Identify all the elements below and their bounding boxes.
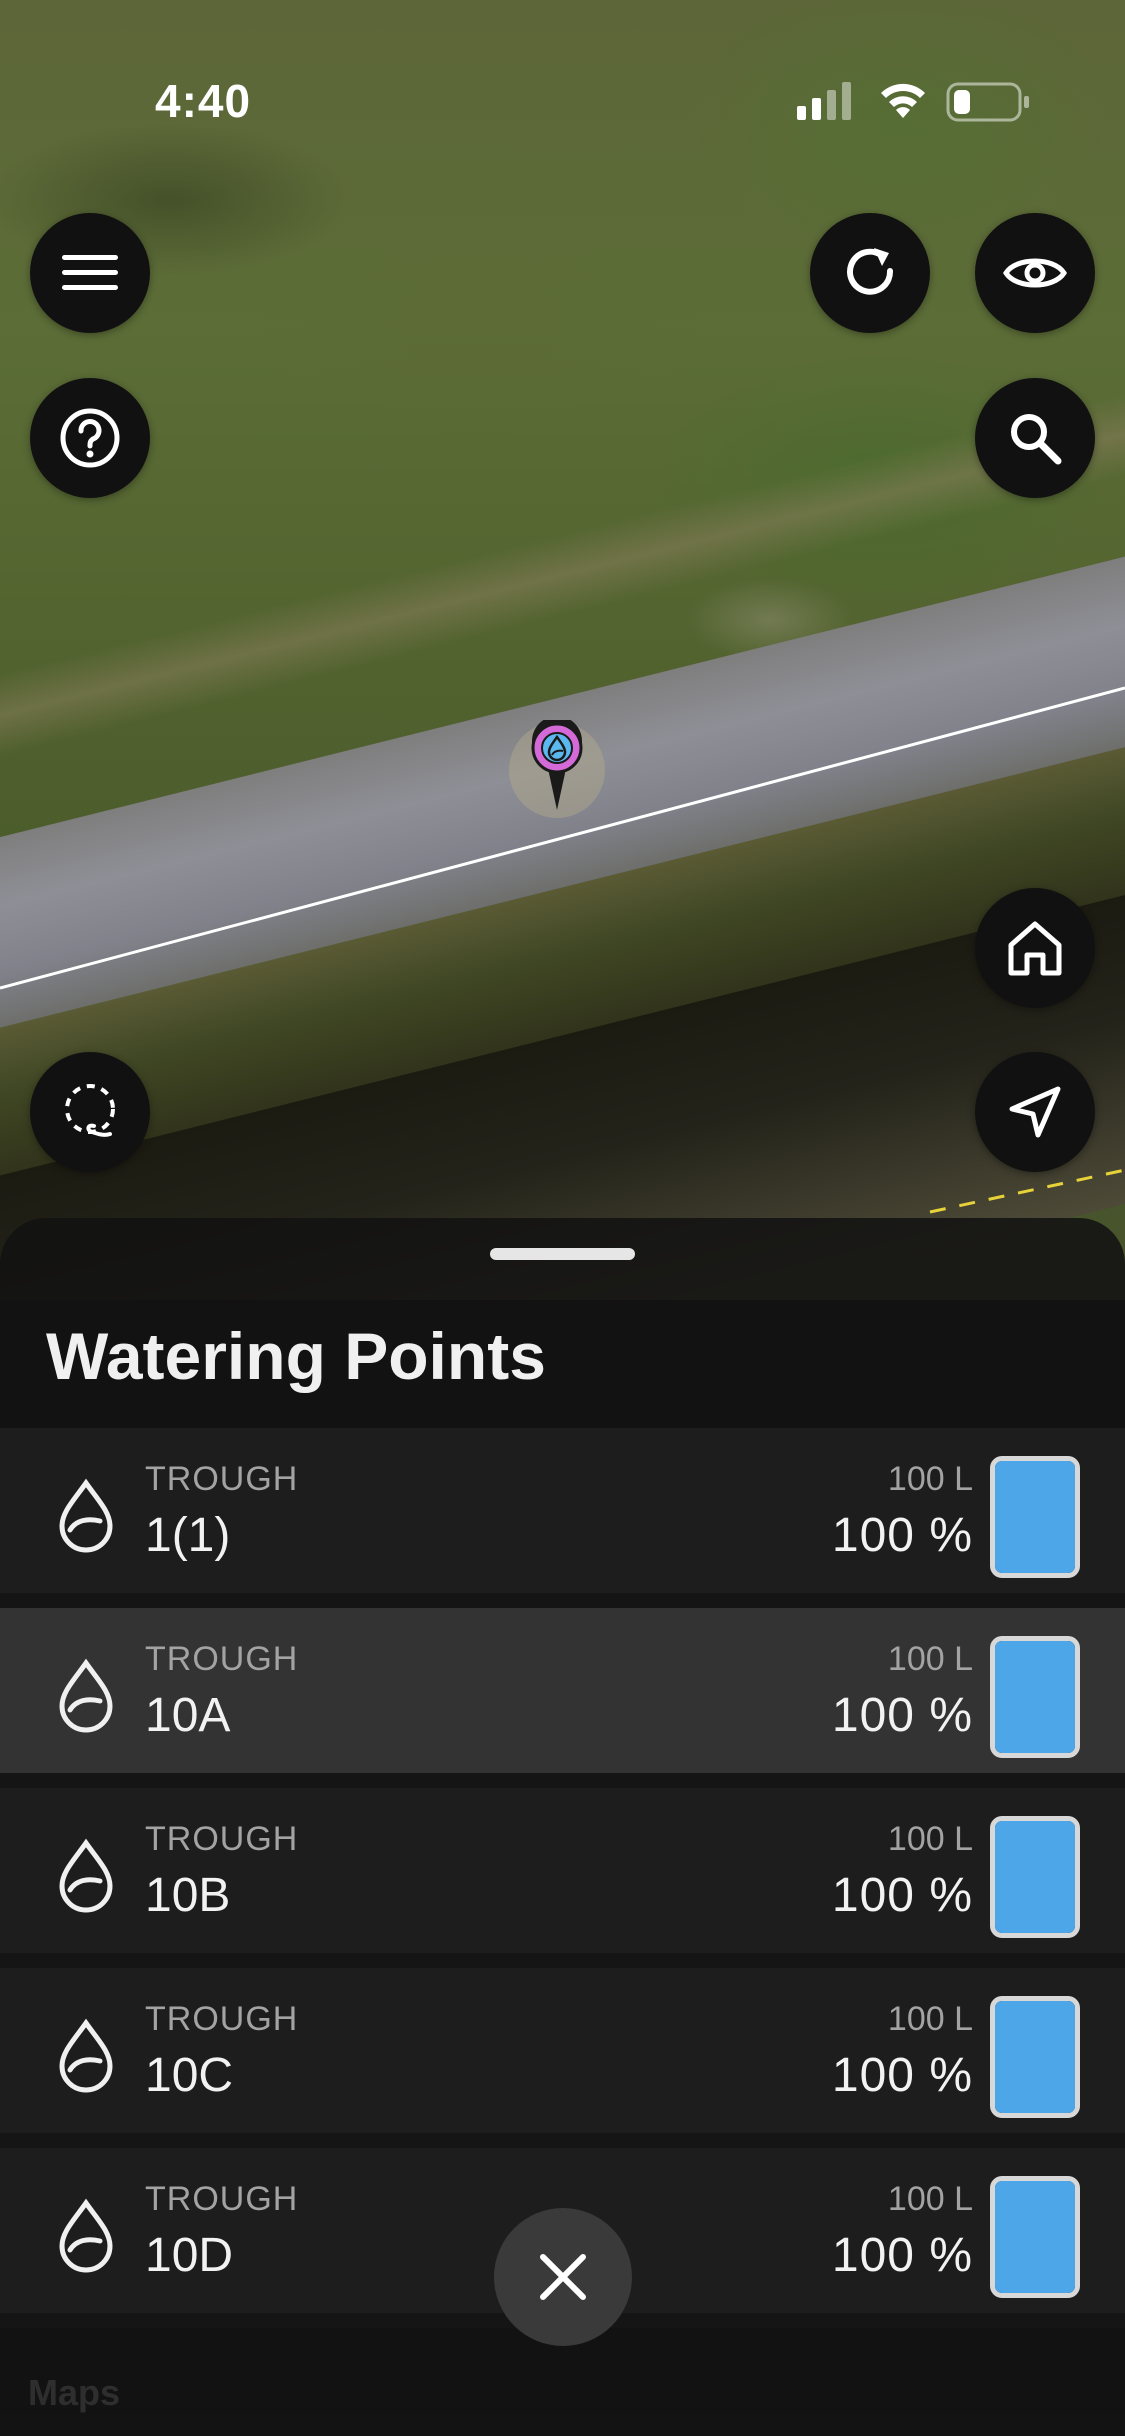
watering-point-capacity: 100 L	[887, 2180, 973, 2218]
watering-point-type: TROUGH	[145, 2180, 299, 2218]
maps-attribution: Maps	[28, 2372, 121, 2413]
watering-point-capacity: 100 L	[887, 2000, 973, 2038]
watering-point-capacity: 100 L	[887, 1820, 973, 1858]
tank-fill	[995, 2001, 1075, 2113]
eye-icon	[1003, 258, 1067, 288]
watering-point-type: TROUGH	[145, 1640, 299, 1678]
watering-point-capacity: 100 L	[887, 1460, 973, 1498]
water-drop-icon	[59, 1838, 113, 1913]
watering-point-name: 10A	[145, 1689, 231, 1742]
watering-point-type: TROUGH	[145, 2000, 299, 2038]
watering-point-type: TROUGH	[145, 1460, 299, 1498]
tank-fill	[995, 2181, 1075, 2293]
menu-icon	[62, 255, 118, 290]
lasso-select-button[interactable]	[30, 1052, 150, 1172]
status-bar: 4:40	[0, 0, 1125, 130]
help-button[interactable]	[30, 378, 150, 498]
sheet-title: Watering Points	[46, 1319, 546, 1393]
tank-level-gauge	[990, 1456, 1080, 1578]
watering-point-row[interactable]: TROUGH 10A 100 L 100 %	[0, 1608, 1125, 1788]
watering-point-marker[interactable]	[528, 720, 586, 812]
watering-point-row[interactable]: TROUGH 10B 100 L 100 %	[0, 1788, 1125, 1968]
watering-points-list: TROUGH 1(1) 100 L 100 % TROUGH 10A 100 L…	[0, 1428, 1125, 2328]
visibility-button[interactable]	[975, 213, 1095, 333]
search-button[interactable]	[975, 378, 1095, 498]
watering-point-level: 100 %	[831, 1509, 973, 1562]
watering-point-name: 10B	[145, 1869, 231, 1922]
cellular-signal-icon	[797, 82, 851, 120]
status-time: 4:40	[155, 75, 252, 127]
watering-point-level: 100 %	[831, 2229, 973, 2282]
tank-level-gauge	[990, 1636, 1080, 1758]
water-drop-icon	[59, 1658, 113, 1733]
locate-me-button[interactable]	[975, 1052, 1095, 1172]
close-sheet-button[interactable]	[494, 2208, 632, 2346]
refresh-icon	[847, 248, 894, 295]
watering-point-type: TROUGH	[145, 1820, 299, 1858]
navigation-arrow-icon	[1009, 1086, 1061, 1138]
menu-button[interactable]	[30, 213, 150, 333]
tank-fill	[995, 1641, 1075, 1753]
sheet-drag-handle[interactable]	[490, 1248, 635, 1260]
watering-point-name: 10D	[145, 2229, 234, 2282]
tank-fill	[995, 1821, 1075, 1933]
water-drop-icon	[59, 2198, 113, 2273]
map-view[interactable]	[0, 0, 1125, 1300]
watering-point-level: 100 %	[831, 2049, 973, 2102]
tank-level-gauge	[990, 1996, 1080, 2118]
watering-point-level: 100 %	[831, 1869, 973, 1922]
watering-point-name: 1(1)	[145, 1509, 231, 1562]
watering-point-row[interactable]: TROUGH 1(1) 100 L 100 %	[0, 1428, 1125, 1608]
refresh-button[interactable]	[810, 213, 930, 333]
home-button[interactable]	[975, 888, 1095, 1008]
help-icon	[60, 408, 120, 468]
tank-level-gauge	[990, 1816, 1080, 1938]
lasso-icon	[65, 1084, 115, 1137]
paddock-boundary-line	[0, 686, 1125, 1214]
wifi-icon	[881, 83, 925, 118]
watering-point-row[interactable]: TROUGH 10C 100 L 100 %	[0, 1968, 1125, 2148]
watering-point-level: 100 %	[831, 1689, 973, 1742]
watering-point-capacity: 100 L	[887, 1640, 973, 1678]
home-icon	[1008, 921, 1062, 976]
water-drop-icon	[59, 2018, 113, 2093]
watering-point-name: 10C	[145, 2049, 234, 2102]
tank-level-gauge	[990, 2176, 1080, 2298]
tank-fill	[995, 1461, 1075, 1573]
search-icon	[1011, 414, 1062, 465]
close-icon	[540, 2254, 586, 2300]
water-drop-icon	[59, 1478, 113, 1553]
battery-icon	[946, 82, 1029, 122]
